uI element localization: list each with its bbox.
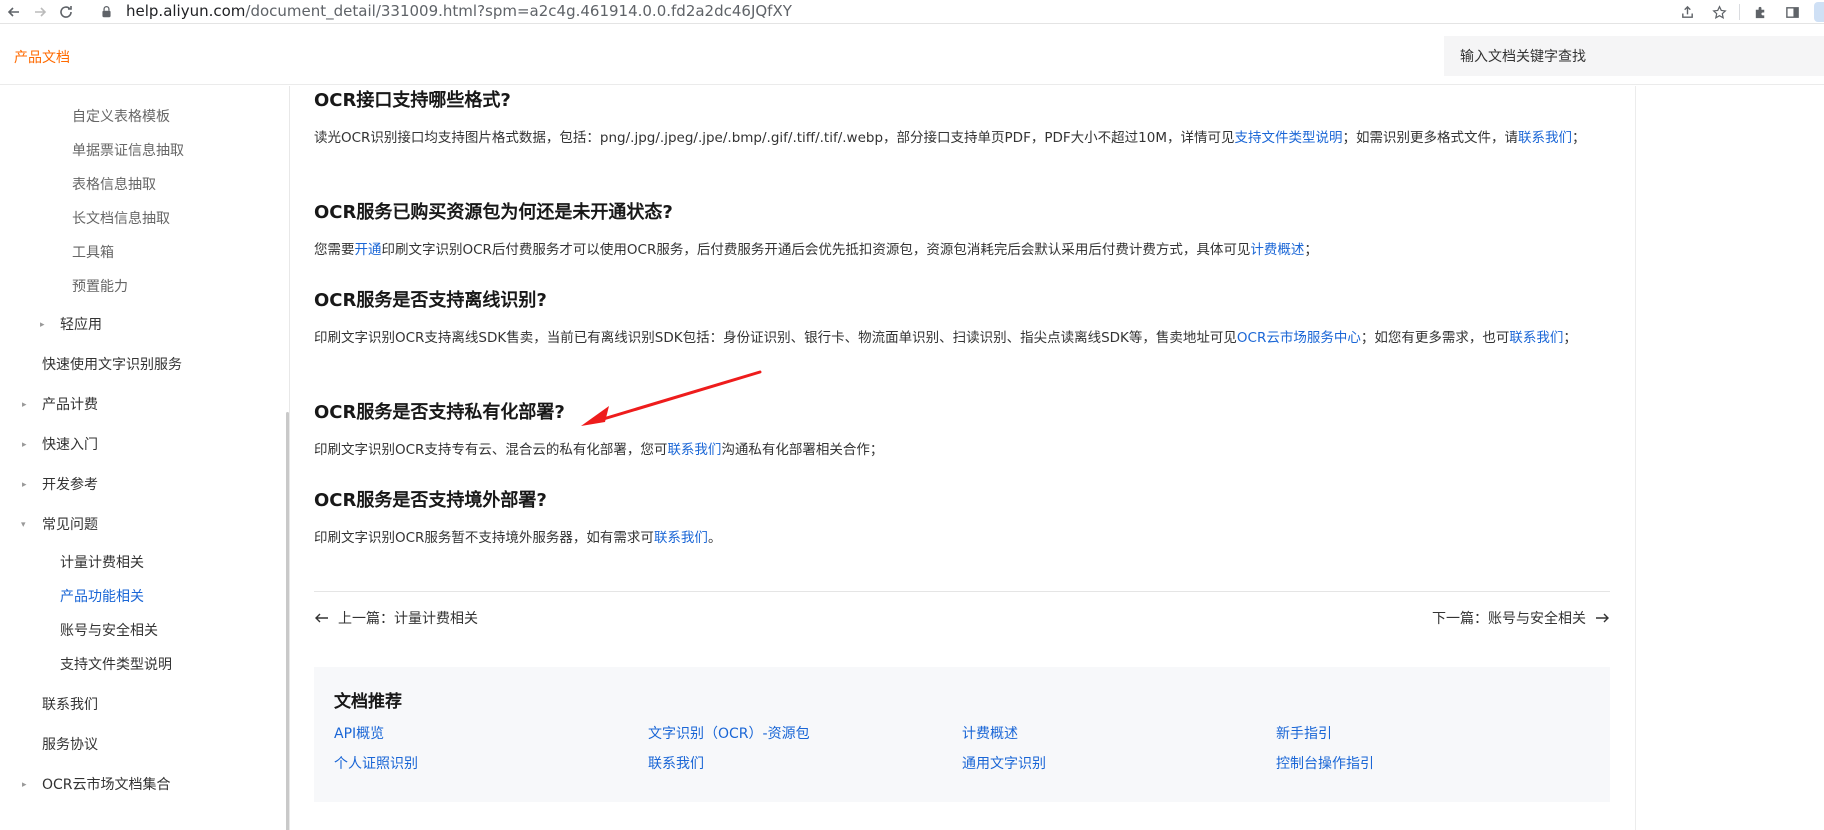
- answer-text: 印刷文字识别OCR后付费服务才可以使用OCR服务，后付费服务开通后会优先抵扣资源…: [381, 242, 1251, 258]
- prev-article-link[interactable]: 上一篇：计量计费相关: [314, 606, 478, 630]
- rec-link-general-ocr[interactable]: 通用文字识别: [962, 753, 1046, 773]
- sidebar-item-ocr-market-docs[interactable]: OCR云市场文档集合: [42, 772, 171, 796]
- activate-link[interactable]: 开通: [355, 242, 382, 258]
- rec-link-console-guide[interactable]: 控制台操作指引: [1276, 753, 1374, 773]
- faq-answer-formats: 读光OCR识别接口均支持图片格式数据，包括：png/.jpg/.jpeg/.jp…: [314, 126, 1610, 150]
- contact-us-link[interactable]: 联系我们: [1509, 330, 1563, 346]
- product-docs-title[interactable]: 产品文档: [14, 47, 70, 67]
- sidebar-item-preset-capability[interactable]: 预置能力: [72, 274, 128, 298]
- lock-icon: [100, 3, 116, 19]
- contact-us-link[interactable]: 联系我们: [667, 442, 721, 458]
- rec-link-id-recognition[interactable]: 个人证照识别: [334, 753, 418, 773]
- sidebar-item-receipt-extraction[interactable]: 单据票证信息抽取: [72, 138, 184, 162]
- annotation-arrow-icon: [581, 370, 762, 426]
- sidebar-item-dev-reference[interactable]: 开发参考: [42, 472, 98, 496]
- profile-avatar[interactable]: [1814, 2, 1824, 22]
- sidebar-item-metering-billing[interactable]: 计量计费相关: [60, 550, 144, 574]
- doc-content: OCR接口支持哪些格式? 读光OCR识别接口均支持图片格式数据，包括：png/.…: [314, 86, 1610, 830]
- next-article-link[interactable]: 下一篇：账号与安全相关: [1432, 606, 1610, 630]
- prev-article-label: 上一篇：计量计费相关: [338, 611, 478, 627]
- answer-text: ；: [1304, 242, 1318, 258]
- faq-answer-offline: 印刷文字识别OCR支持离线SDK售卖，当前已有离线识别SDK包括：身份证识别、银…: [314, 326, 1610, 350]
- faq-answer-resource-pack: 您需要开通印刷文字识别OCR后付费服务才可以使用OCR服务，后付费服务开通后会优…: [314, 238, 1610, 262]
- reload-icon[interactable]: [52, 0, 80, 24]
- side-panel-icon[interactable]: [1776, 0, 1808, 24]
- doc-sidebar: 自定义表格模板 单据票证信息抽取 表格信息抽取 长文档信息抽取 工具箱 预置能力…: [0, 86, 290, 830]
- faq-title-resource-pack: OCR服务已购买资源包为何还是未开通状态?: [314, 202, 673, 223]
- forward-icon[interactable]: [26, 0, 54, 24]
- caret-right-icon: ▸: [40, 320, 45, 330]
- rec-link-contact-us[interactable]: 联系我们: [648, 753, 704, 773]
- faq-answer-overseas: 印刷文字识别OCR服务暂不支持境外服务器，如有需求可联系我们。: [314, 526, 1610, 550]
- answer-text: 沟通私有化部署相关合作；: [721, 442, 884, 458]
- arrow-left-icon: [315, 613, 328, 623]
- answer-text: 您需要: [314, 242, 355, 258]
- answer-text: 印刷文字识别OCR支持专有云、混合云的私有化部署，您可: [314, 442, 668, 458]
- content-right-border: [1635, 86, 1636, 830]
- answer-text: 印刷文字识别OCR支持离线SDK售卖，当前已有离线识别SDK包括：身份证识别、银…: [314, 330, 1237, 346]
- rec-link-beginner-guide[interactable]: 新手指引: [1276, 723, 1332, 743]
- sidebar-item-faq[interactable]: 常见问题: [42, 512, 98, 536]
- faq-title-private-deploy: OCR服务是否支持私有化部署?: [314, 402, 565, 423]
- sidebar-item-quickstart[interactable]: 快速入门: [42, 432, 98, 456]
- caret-right-icon: ▸: [22, 400, 27, 410]
- sidebar-item-file-types[interactable]: 支持文件类型说明: [60, 652, 172, 676]
- sidebar-item-product-features[interactable]: 产品功能相关: [60, 584, 144, 608]
- answer-text: ；: [1563, 330, 1577, 346]
- answer-text: ；: [1571, 130, 1586, 146]
- url-path: /document_detail/331009.html?spm=a2c4g.4…: [245, 2, 792, 20]
- rec-link-api-overview[interactable]: API概览: [334, 723, 384, 743]
- contact-us-link[interactable]: 联系我们: [1518, 130, 1572, 146]
- ocr-market-link[interactable]: OCR云市场服务中心: [1237, 330, 1361, 346]
- caret-right-icon: ▸: [22, 480, 27, 490]
- bookmark-star-icon[interactable]: [1703, 0, 1735, 24]
- faq-answer-private-deploy: 印刷文字识别OCR支持专有云、混合云的私有化部署，您可联系我们沟通私有化部署相关…: [314, 438, 1610, 462]
- arrow-right-icon: [1596, 613, 1609, 623]
- sidebar-item-long-doc-extraction[interactable]: 长文档信息抽取: [72, 206, 170, 230]
- url-host: help.aliyun.com: [126, 2, 246, 20]
- caret-right-icon: ▸: [22, 440, 27, 450]
- rec-link-billing-overview[interactable]: 计费概述: [962, 723, 1018, 743]
- faq-title-formats: OCR接口支持哪些格式?: [314, 90, 511, 111]
- answer-text: 印刷文字识别OCR服务暂不支持境外服务器，如有需求可: [314, 530, 654, 546]
- toolbar-separator: [1739, 4, 1740, 20]
- answer-text: ；如您有更多需求，也可: [1360, 330, 1510, 346]
- doc-search-input[interactable]: 输入文档关键字查找: [1444, 36, 1824, 76]
- back-icon[interactable]: [0, 0, 28, 24]
- recommended-docs-title: 文档推荐: [334, 692, 402, 712]
- next-article-label: 下一篇：账号与安全相关: [1432, 611, 1586, 627]
- answer-text: 读光OCR识别接口均支持图片格式数据，包括：png/.jpg/.jpeg/.jp…: [314, 130, 1235, 146]
- extensions-icon[interactable]: [1744, 0, 1776, 24]
- sidebar-item-contact-us[interactable]: 联系我们: [42, 692, 98, 716]
- sidebar-item-service-agreement[interactable]: 服务协议: [42, 732, 98, 756]
- billing-overview-link[interactable]: 计费概述: [1250, 242, 1304, 258]
- faq-title-offline: OCR服务是否支持离线识别?: [314, 290, 547, 311]
- sidebar-item-billing[interactable]: 产品计费: [42, 392, 98, 416]
- caret-down-icon: ▾: [21, 520, 26, 530]
- file-types-link[interactable]: 支持文件类型说明: [1234, 130, 1342, 146]
- sidebar-scrollbar[interactable]: [286, 412, 289, 830]
- sidebar-item-light-app[interactable]: 轻应用: [60, 312, 102, 336]
- sidebar-item-quick-use[interactable]: 快速使用文字识别服务: [42, 352, 182, 376]
- answer-text: 。: [707, 530, 722, 546]
- answer-text: ；如需识别更多格式文件，请: [1342, 130, 1518, 146]
- contact-us-link[interactable]: 联系我们: [654, 530, 708, 546]
- share-icon[interactable]: [1671, 0, 1703, 24]
- sidebar-item-toolbox[interactable]: 工具箱: [72, 240, 114, 264]
- rec-link-resource-pack[interactable]: 文字识别（OCR）-资源包: [648, 723, 810, 743]
- caret-right-icon: ▸: [22, 780, 27, 790]
- address-bar[interactable]: help.aliyun.com/document_detail/331009.h…: [100, 0, 792, 22]
- content-divider: [314, 591, 1610, 592]
- sidebar-item-custom-table-template[interactable]: 自定义表格模板: [72, 104, 170, 128]
- site-header: 产品文档 输入文档关键字查找: [0, 25, 1824, 85]
- faq-title-overseas: OCR服务是否支持境外部署?: [314, 490, 547, 511]
- sidebar-item-account-security[interactable]: 账号与安全相关: [60, 618, 158, 642]
- sidebar-item-table-extraction[interactable]: 表格信息抽取: [72, 172, 156, 196]
- browser-toolbar: help.aliyun.com/document_detail/331009.h…: [0, 0, 1824, 24]
- recommended-docs: 文档推荐 API概览 文字识别（OCR）-资源包 计费概述 新手指引 个人证照识…: [314, 667, 1610, 802]
